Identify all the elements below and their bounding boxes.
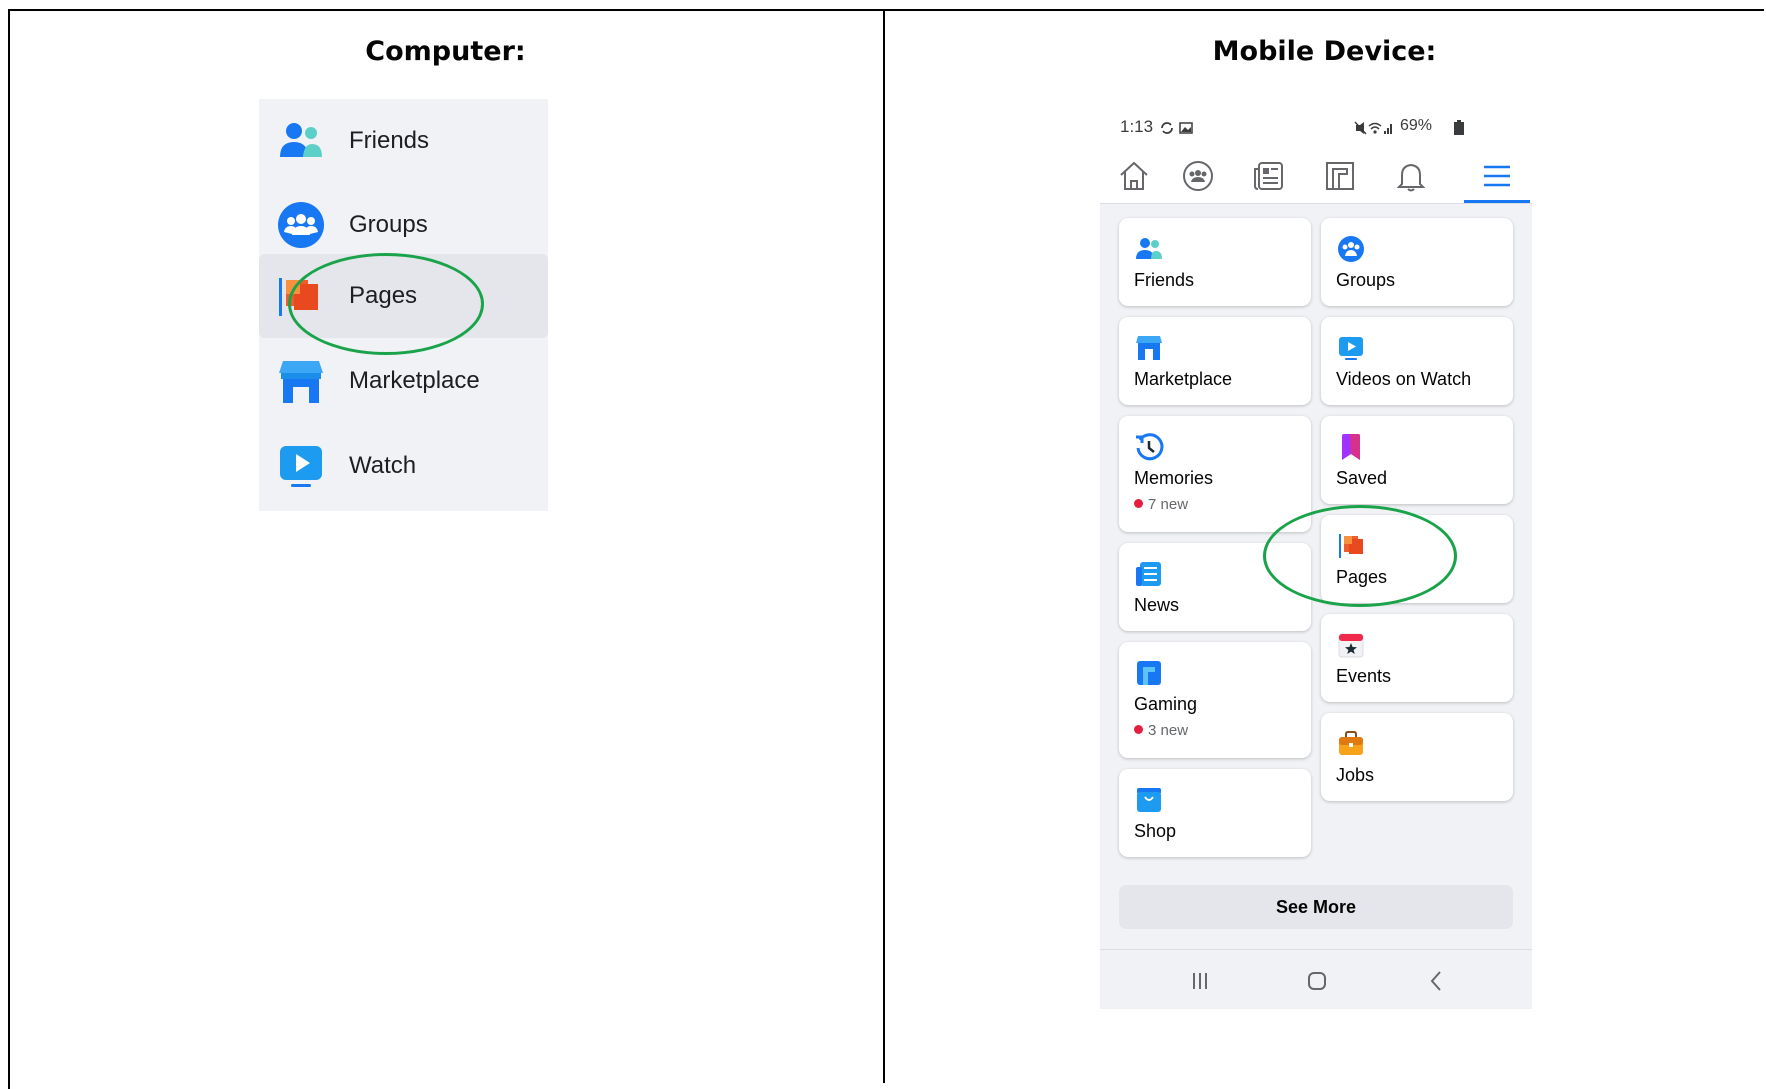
menu-tile-gaming[interactable]: Gaming 3 new xyxy=(1119,642,1311,758)
mute-wifi-signal-icons xyxy=(1354,121,1392,135)
status-bar: 1:13 69% xyxy=(1100,107,1532,147)
menu-tile-events[interactable]: Events xyxy=(1321,614,1513,702)
news-icon[interactable] xyxy=(1252,159,1286,193)
battery-level: 69% xyxy=(1400,117,1433,134)
menu-tile-jobs[interactable]: Jobs xyxy=(1321,713,1513,801)
groups-icon xyxy=(1338,236,1364,262)
menu-tile-memories[interactable]: Memories 7 new xyxy=(1119,416,1311,532)
badge-text: 7 new xyxy=(1148,496,1189,513)
highlight-circle-computer xyxy=(288,253,484,355)
status-time: 1:13 xyxy=(1120,117,1154,136)
friends-icon xyxy=(1136,238,1162,259)
shop-icon xyxy=(1137,788,1161,812)
bell-icon[interactable] xyxy=(1394,159,1428,193)
watch-icon xyxy=(280,446,322,487)
marketplace-icon xyxy=(1136,336,1162,360)
watch-icon xyxy=(1339,337,1363,360)
recent-apps-icon[interactable] xyxy=(1185,966,1215,996)
gaming-icon xyxy=(1137,661,1161,685)
menu-tile-groups[interactable]: Groups xyxy=(1321,218,1513,306)
saved-icon xyxy=(1342,434,1360,460)
memories-icon xyxy=(1136,433,1164,461)
see-more-button[interactable]: See More xyxy=(1119,885,1513,929)
menu-tile-saved[interactable]: Saved xyxy=(1321,416,1513,504)
back-icon[interactable] xyxy=(1422,966,1452,996)
news-icon xyxy=(1136,562,1161,586)
sync-icon xyxy=(1161,122,1193,134)
system-nav-bar xyxy=(1100,949,1532,1009)
notification-badge: 7 new xyxy=(1134,496,1188,513)
battery-icon xyxy=(1454,120,1464,135)
computer-heading: Computer: xyxy=(365,36,526,67)
menu-tile-videos-on-watch[interactable]: Videos on Watch xyxy=(1321,317,1513,405)
groups-icon[interactable] xyxy=(1181,159,1215,193)
sidebar-item-label: Watch xyxy=(349,452,417,479)
notification-badge: 3 new xyxy=(1134,722,1188,739)
mobile-heading: Mobile Device: xyxy=(1212,36,1437,67)
highlight-circle-mobile xyxy=(1263,505,1457,607)
tile-label: Saved xyxy=(1336,468,1388,488)
jobs-icon xyxy=(1339,731,1363,755)
sidebar-item-label: Groups xyxy=(349,211,428,238)
active-tab-indicator xyxy=(1464,200,1530,203)
top-nav-bar xyxy=(1100,147,1532,204)
tile-label: Jobs xyxy=(1336,765,1375,785)
sidebar-item-watch[interactable]: Watch xyxy=(259,424,548,508)
events-icon xyxy=(1338,633,1364,658)
menu-tile-marketplace[interactable]: Marketplace xyxy=(1119,317,1311,405)
column-divider xyxy=(883,9,885,1083)
menu-icon[interactable] xyxy=(1480,159,1514,193)
tile-label: Marketplace xyxy=(1134,369,1233,389)
tile-label: Videos on Watch xyxy=(1336,369,1472,389)
tile-label: Groups xyxy=(1336,270,1396,290)
home-button-icon[interactable] xyxy=(1302,966,1332,996)
marketplace-icon xyxy=(279,361,323,403)
tile-label: Friends xyxy=(1134,270,1195,290)
tile-label: Memories xyxy=(1134,468,1214,488)
sidebar-item-label: Marketplace xyxy=(349,367,480,394)
friends-icon xyxy=(280,123,322,157)
badge-text: 3 new xyxy=(1148,722,1189,739)
tile-label: Events xyxy=(1336,666,1392,686)
home-icon[interactable] xyxy=(1117,159,1151,193)
tile-label: News xyxy=(1134,595,1180,615)
menu-tile-shop[interactable]: Shop xyxy=(1119,769,1311,857)
gaming-icon[interactable] xyxy=(1323,159,1357,193)
sidebar-item-label: Friends xyxy=(349,127,430,154)
sidebar-item-friends[interactable]: Friends xyxy=(259,99,548,183)
badge-dot xyxy=(1134,725,1143,734)
badge-dot xyxy=(1134,499,1143,508)
tile-label: Shop xyxy=(1134,821,1177,841)
menu-tile-friends[interactable]: Friends xyxy=(1119,218,1311,306)
groups-icon xyxy=(278,202,324,248)
tile-label: Gaming xyxy=(1134,694,1198,714)
